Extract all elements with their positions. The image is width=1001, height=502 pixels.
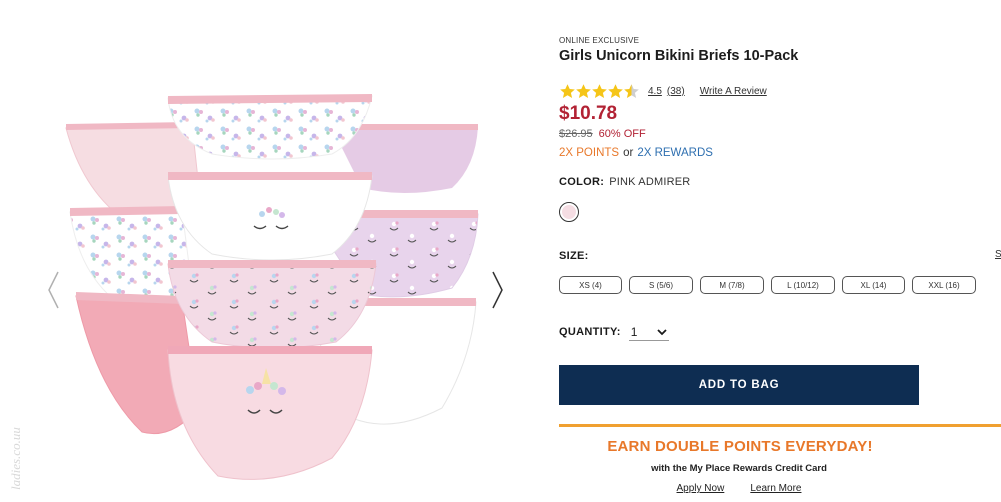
color-row: COLOR: PINK ADMIRER bbox=[559, 176, 690, 188]
star-rating bbox=[559, 83, 639, 100]
discount-label: 60% OFF bbox=[598, 128, 646, 140]
color-value: PINK ADMIRER bbox=[609, 176, 691, 188]
promo-subtitle: with the My Place Rewards Credit Card bbox=[651, 463, 827, 474]
color-label: COLOR: bbox=[559, 176, 605, 188]
star-icon bbox=[608, 83, 623, 98]
chevron-down-icon bbox=[657, 328, 667, 335]
promo-divider bbox=[559, 424, 1001, 427]
quantity-select[interactable]: 1 bbox=[628, 323, 669, 341]
quantity-row: QUANTITY: 1 bbox=[559, 323, 669, 341]
product-image[interactable] bbox=[62, 88, 482, 488]
promo-title: EARN DOUBLE POINTS EVERYDAY! bbox=[607, 438, 873, 455]
rewards-label: 2X REWARDS bbox=[637, 147, 713, 159]
rewards-row: 2X POINTS or 2X REWARDS bbox=[559, 147, 713, 159]
original-price: $26.95 bbox=[559, 128, 593, 140]
add-to-bag-button[interactable]: ADD TO BAG bbox=[559, 365, 919, 405]
sale-price: $10.78 bbox=[559, 103, 618, 124]
size-options: XS (4) S (5/6) M (7/8) L (10/12) XL (14)… bbox=[559, 276, 983, 294]
star-icon bbox=[560, 83, 575, 98]
size-label: SIZE: bbox=[559, 250, 589, 262]
size-option-l[interactable]: L (10/12) bbox=[771, 276, 835, 294]
quantity-value: 1 bbox=[630, 324, 638, 339]
watermark-logo: ladies.co.uu bbox=[8, 427, 23, 490]
original-price-row: $26.95 60% OFF bbox=[559, 128, 646, 140]
size-option-xl[interactable]: XL (14) bbox=[842, 276, 905, 294]
size-chart-link[interactable]: S bbox=[995, 249, 1001, 260]
product-gallery: ladies.co.uu bbox=[0, 0, 540, 502]
or-text: or bbox=[623, 147, 634, 159]
product-details: ONLINE EXCLUSIVE Girls Unicorn Bikini Br… bbox=[559, 0, 1001, 502]
star-icon bbox=[576, 83, 591, 98]
chevron-left-icon[interactable] bbox=[44, 268, 64, 312]
swatch-fill bbox=[562, 205, 576, 219]
star-icon bbox=[592, 83, 607, 98]
size-option-xs[interactable]: XS (4) bbox=[559, 276, 622, 294]
points-label: 2X POINTS bbox=[559, 147, 620, 159]
chevron-right-icon[interactable] bbox=[487, 268, 507, 312]
rating-row: 4.5 (38) Write A Review bbox=[559, 82, 767, 100]
size-option-s[interactable]: S (5/6) bbox=[629, 276, 693, 294]
svg-text:ladies.co.uu: ladies.co.uu bbox=[8, 427, 23, 490]
color-swatch-pink-admirer[interactable] bbox=[559, 202, 579, 222]
product-title: Girls Unicorn Bikini Briefs 10-Pack bbox=[559, 48, 799, 64]
learn-more-link[interactable]: Learn More bbox=[750, 483, 801, 494]
write-review-link[interactable]: Write A Review bbox=[700, 86, 767, 97]
star-icon bbox=[624, 83, 639, 98]
quantity-label: QUANTITY: bbox=[559, 326, 621, 338]
online-exclusive-badge: ONLINE EXCLUSIVE bbox=[559, 36, 640, 45]
size-option-m[interactable]: M (7/8) bbox=[700, 276, 764, 294]
promo-links: Apply Now Learn More bbox=[559, 483, 919, 494]
size-option-xxl[interactable]: XXL (16) bbox=[912, 276, 976, 294]
rating-value-link[interactable]: 4.5 bbox=[648, 86, 662, 97]
review-count-link[interactable]: (38) bbox=[667, 86, 685, 97]
apply-now-link[interactable]: Apply Now bbox=[677, 483, 725, 494]
